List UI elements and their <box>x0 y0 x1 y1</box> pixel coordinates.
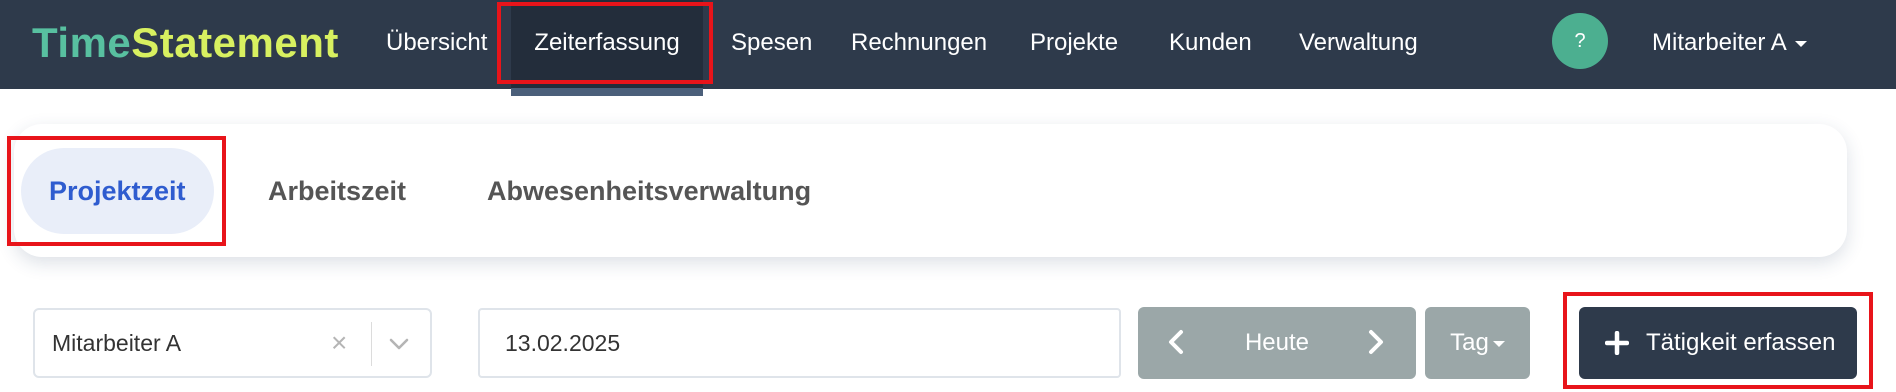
nav-item-projekte[interactable]: Projekte <box>1030 0 1118 89</box>
brand-logo-part-time: Time <box>32 19 132 66</box>
highlight-add-activity <box>1563 292 1873 389</box>
brand-logo-part-statement: Statement <box>131 19 339 66</box>
nav-item-spesen[interactable]: Spesen <box>731 0 812 89</box>
top-navbar: TimeStatement Übersicht Zeiterfassung Sp… <box>0 0 1896 89</box>
user-menu-label: Mitarbeiter A <box>1652 29 1787 56</box>
active-nav-indicator <box>511 88 703 96</box>
nav-item-rechnungen[interactable]: Rechnungen <box>851 0 987 89</box>
help-button[interactable]: ? <box>1552 13 1608 69</box>
employee-select-value: Mitarbeiter A <box>52 330 182 356</box>
chevron-down-icon[interactable] <box>387 332 411 356</box>
caret-down-icon <box>1794 40 1807 47</box>
brand-logo[interactable]: TimeStatement <box>32 16 339 70</box>
nav-item-kunden[interactable]: Kunden <box>1169 0 1252 89</box>
chevron-right-icon[interactable] <box>1366 329 1386 355</box>
view-mode-dropdown[interactable]: Tag <box>1425 307 1530 379</box>
tab-arbeitszeit[interactable]: Arbeitszeit <box>268 148 406 234</box>
nav-item-uebersicht[interactable]: Übersicht <box>386 0 487 89</box>
select-divider <box>371 322 372 366</box>
highlight-projektzeit <box>7 136 226 246</box>
date-input[interactable]: 13.02.2025 <box>478 308 1121 378</box>
user-menu[interactable]: Mitarbeiter A <box>1652 0 1807 89</box>
highlight-zeiterfassung <box>497 2 713 84</box>
employee-select[interactable]: Mitarbeiter A × <box>33 308 432 378</box>
close-icon[interactable]: × <box>331 310 347 376</box>
day-navigation: Heute <box>1138 307 1416 379</box>
nav-item-verwaltung[interactable]: Verwaltung <box>1299 0 1418 89</box>
view-mode-label: Tag <box>1450 329 1489 356</box>
tab-abwesenheitsverwaltung[interactable]: Abwesenheitsverwaltung <box>487 148 811 234</box>
caret-down-icon <box>1492 340 1505 347</box>
